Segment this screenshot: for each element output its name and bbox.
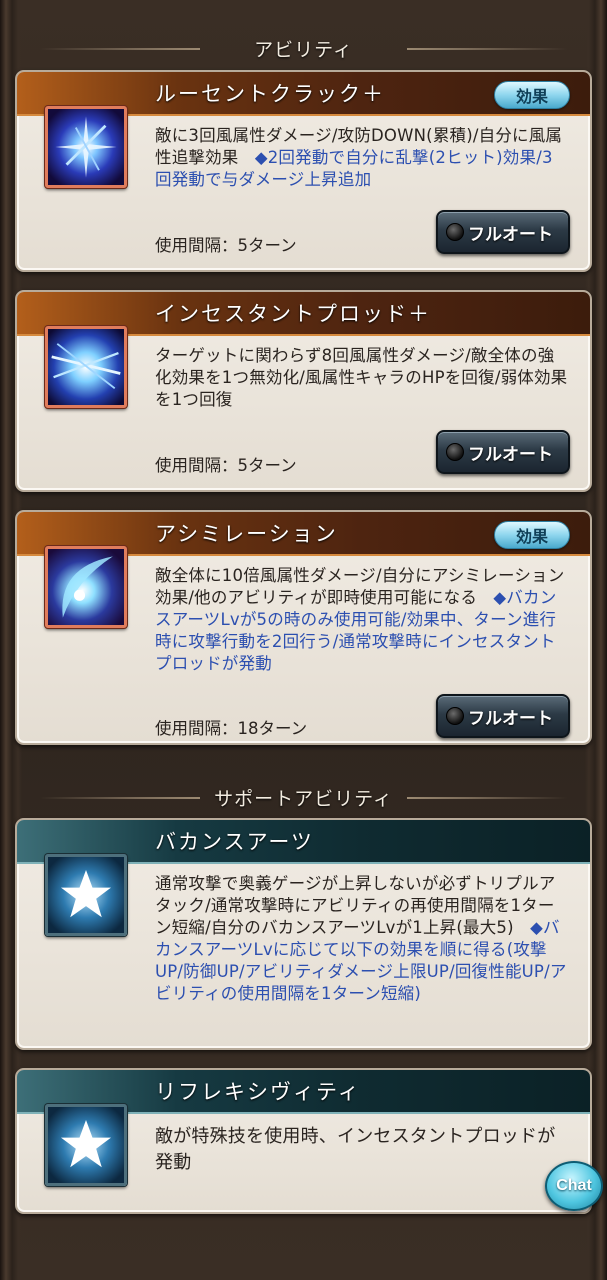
wind-crescent-ability-icon (45, 546, 127, 628)
effect-badge-button[interactable]: 効果 (494, 81, 570, 109)
ability-description: 敵全体に10倍風属性ダメージ/自分にアシミレーション効果/他のアビリティが即時使… (155, 565, 568, 675)
abilities-section-header: アビリティ (40, 33, 567, 63)
star-icon (45, 854, 127, 936)
ability-card-assimilation[interactable]: アシミレーション 効果 敵全体に10倍風属性ダメージ/自分にアシミレーション効果… (15, 510, 592, 745)
ability-description: 敵に3回風属性ダメージ/攻防DOWN(累積)/自分に風属性追撃効果 ◆2回発動で… (155, 125, 568, 191)
support-card-vacation-arts[interactable]: バカンスアーツ 通常攻撃で奥義ゲージが上昇しないが必ずトリプルアタック/通常攻撃… (15, 818, 592, 1050)
support-name: バカンスアーツ (155, 830, 314, 854)
ability-card-incessant-prod[interactable]: インセスタントプロッド＋ ターゲットに関わらず8回風属性ダメージ/敵全体の強化効… (15, 290, 592, 492)
ability-name: アシミレーション (155, 522, 338, 546)
ability-description-text: ターゲットに関わらず8回風属性ダメージ/敵全体の強化効果を1つ無効化/風属性キャ… (155, 346, 568, 409)
ability-name: ルーセントクラック＋ (155, 82, 385, 106)
toggle-dot-icon (446, 223, 464, 241)
toggle-dot-icon (446, 443, 464, 461)
support-description: 通常攻撃で奥義ゲージが上昇しないが必ずトリプルアタック/通常攻撃時にアビリティの… (155, 873, 568, 1005)
wind-burst-ability-icon (45, 106, 127, 188)
full-auto-label: フルオート (468, 708, 553, 729)
chat-button[interactable]: Chat (545, 1161, 603, 1211)
support-description: 敵が特殊技を使用時、インセスタントプロッドが発動 (155, 1124, 568, 1176)
support-section-header: サポートアビリティ (40, 782, 567, 812)
star-icon (45, 1104, 127, 1186)
ability-name: インセスタントプロッド＋ (155, 302, 431, 326)
full-auto-label: フルオート (468, 444, 553, 465)
ability-cooldown: 使用間隔：5ターン (155, 236, 297, 255)
full-auto-label: フルオート (468, 224, 553, 245)
ability-description: ターゲットに関わらず8回風属性ダメージ/敵全体の強化効果を1つ無効化/風属性キャ… (155, 345, 568, 411)
ability-cooldown: 使用間隔：18ターン (155, 719, 308, 738)
support-card-reflexivity[interactable]: リフレキシヴィティ 敵が特殊技を使用時、インセスタントプロッドが発動 (15, 1068, 592, 1214)
full-auto-button[interactable]: フルオート (436, 694, 570, 738)
support-description-text: 敵が特殊技を使用時、インセスタントプロッドが発動 (155, 1126, 556, 1173)
toggle-dot-icon (446, 707, 464, 725)
support-name: リフレキシヴィティ (155, 1080, 361, 1104)
ability-card-lucent-crack[interactable]: ルーセントクラック＋ 効果 敵に3回風属性ダメージ/攻防DOWN(累積)/自分に… (15, 70, 592, 272)
full-auto-button[interactable]: フルオート (436, 430, 570, 474)
wind-slash-ability-icon (45, 326, 127, 408)
ability-cooldown: 使用間隔：5ターン (155, 456, 297, 475)
support-description-text: 通常攻撃で奥義ゲージが上昇しないが必ずトリプルアタック/通常攻撃時にアビリティの… (155, 874, 556, 937)
effect-badge-button[interactable]: 効果 (494, 521, 570, 549)
full-auto-button[interactable]: フルオート (436, 210, 570, 254)
